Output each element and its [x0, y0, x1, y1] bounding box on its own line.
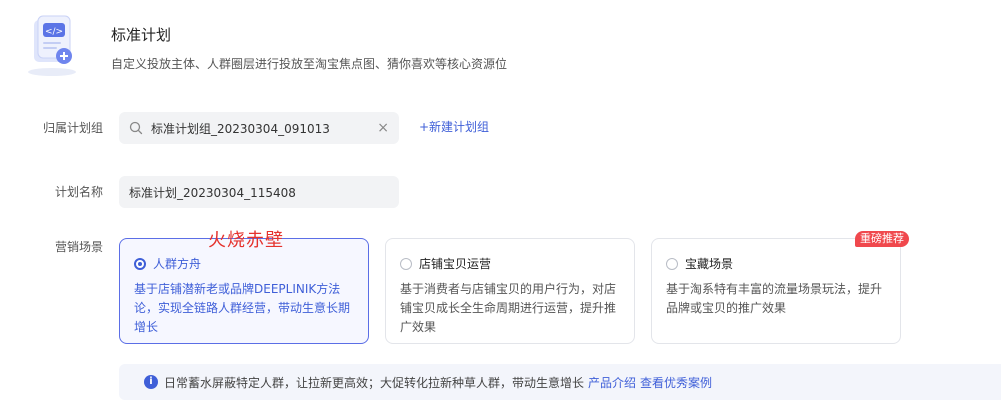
info-icon: i [144, 375, 158, 389]
plan-name-label: 计划名称 [54, 185, 103, 199]
scene-card-title: 店铺宝贝运营 [419, 257, 492, 271]
info-bar: i 日常蓄水屏蔽特定人群，让拉新更高效；大促转化拉新种草人群，带动生意增长 产品… [119, 364, 1001, 400]
watermark-text: 火烧赤壁 [208, 230, 284, 251]
plan-name-value: 标准计划_20230304_115408 [129, 185, 296, 200]
scene-card-treasure[interactable]: 重磅推荐 宝藏场景 基于淘系特有丰富的流量场景玩法，提升品牌或宝贝的推广效果 [651, 231, 909, 344]
search-icon [129, 121, 143, 135]
scene-card-store-item-ops[interactable]: 店铺宝贝运营 基于消费者与店铺宝贝的用户行为，对店铺宝贝成长全生命周期进行运营，… [385, 238, 635, 344]
plan-group-value: 标准计划组_20230304_091013 [151, 121, 330, 136]
radio-selected[interactable] [134, 257, 146, 270]
scene-card-title: 宝藏场景 [685, 257, 734, 271]
scene-card-crowd-ark[interactable]: 人群方舟 基于店铺潜新老或品牌DEEPLINIK方法论，实现全链路人群经营，带动… [119, 238, 369, 344]
plan-group-search-input[interactable]: 标准计划组_20230304_091013 × [119, 112, 399, 144]
product-intro-link[interactable]: 产品介绍 [588, 374, 636, 391]
radio-unselected[interactable] [666, 257, 678, 270]
recommend-badge: 重磅推荐 [855, 231, 909, 247]
page-description: 自定义投放主体、人群圈层进行投放至淘宝焦点图、猜你喜欢等核心资源位 [111, 57, 508, 71]
group-label: 归属计划组 [42, 121, 103, 135]
view-cases-link[interactable]: 查看优秀案例 [640, 374, 712, 391]
new-plan-group-link[interactable]: +新建计划组 [419, 118, 489, 135]
scene-card-title: 人群方舟 [153, 257, 202, 271]
scene-card-desc: 基于淘系特有丰富的流量场景玩法，提升品牌或宝贝的推广效果 [666, 282, 883, 315]
info-text: 日常蓄水屏蔽特定人群，让拉新更高效；大促转化拉新种草人群，带动生意增长 [164, 375, 585, 390]
svg-text:</>: </> [45, 27, 63, 37]
radio-unselected[interactable] [400, 257, 412, 270]
scene-card-desc: 基于消费者与店铺宝贝的用户行为，对店铺宝贝成长全生命周期进行运营，提升推广效果 [400, 282, 617, 334]
close-icon[interactable]: × [377, 120, 389, 136]
plan-settings-page: </> 标准计划 自定义投放主体、人群圈层进行投放至淘宝焦点图、猜你喜欢等核心资… [0, 0, 1001, 408]
scene-label: 营销场景 [54, 240, 103, 254]
plan-document-icon: </> [28, 15, 76, 76]
page-title: 标准计划 [111, 26, 172, 44]
scene-card-desc: 基于店铺潜新老或品牌DEEPLINIK方法论，实现全链路人群经营，带动生意长期增… [134, 282, 351, 334]
plan-name-input[interactable]: 标准计划_20230304_115408 [119, 176, 399, 208]
